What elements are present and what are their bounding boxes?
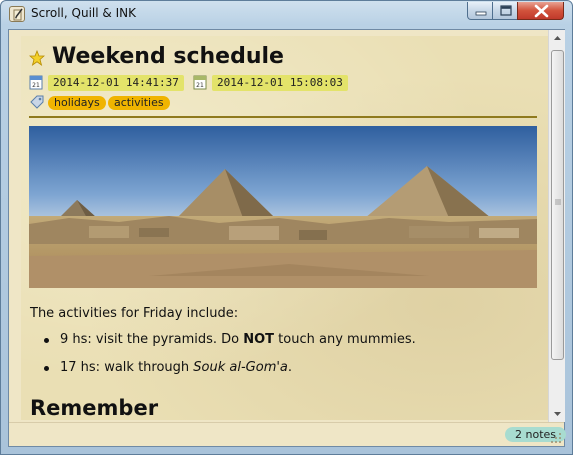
minimize-button[interactable] <box>467 2 493 20</box>
maximize-button[interactable] <box>492 2 518 20</box>
calendar-modified-icon: 21 <box>193 75 207 90</box>
section-heading: Remember <box>30 396 159 420</box>
window-title: Scroll, Quill & INK <box>31 6 136 20</box>
grip-icon <box>555 199 561 205</box>
scroll-down-icon[interactable] <box>549 405 566 422</box>
app-window: Scroll, Quill & INK Weekend schedule 21 … <box>0 0 573 455</box>
intro-paragraph: The activities for Friday include: <box>30 306 239 321</box>
note-header: Weekend schedule <box>21 44 541 72</box>
bullet-text: 17 hs: walk through <box>60 360 194 375</box>
modified-date: 2014-12-01 15:08:03 <box>212 75 348 91</box>
vertical-scrollbar[interactable] <box>548 30 565 422</box>
tag-row: holidays activities <box>21 94 541 112</box>
svg-text:21: 21 <box>32 82 40 89</box>
tag-activities[interactable]: activities <box>108 96 170 110</box>
status-bar: 2 notes <box>9 422 567 446</box>
scroll-quill-icon[interactable] <box>9 6 25 22</box>
header-divider <box>29 116 537 118</box>
bullet-text: 9 hs: visit the pyramids. Do <box>60 332 244 347</box>
bullet-text: touch any mummies. <box>274 332 416 347</box>
bullet-icon <box>44 338 49 343</box>
created-date: 2014-12-01 14:41:37 <box>48 75 184 91</box>
list-item: 9 hs: visit the pyramids. Do NOT touch a… <box>30 332 535 348</box>
calendar-created-icon: 21 <box>29 75 43 90</box>
pyramids-photo <box>29 126 537 288</box>
star-icon[interactable] <box>29 50 45 66</box>
note-paper: Weekend schedule 21 2014-12-01 14:41:37 … <box>21 36 550 420</box>
bullet-icon <box>44 366 49 371</box>
resize-grip-icon[interactable] <box>550 432 562 444</box>
svg-text:21: 21 <box>196 82 204 89</box>
scroll-thumb[interactable] <box>551 50 564 360</box>
tag-holidays[interactable]: holidays <box>48 96 106 110</box>
list-item: 17 hs: walk through Souk al-Gom'a. <box>30 360 535 376</box>
scroll-up-icon[interactable] <box>549 30 566 47</box>
note-view: Weekend schedule 21 2014-12-01 14:41:37 … <box>8 29 567 447</box>
date-row: 21 2014-12-01 14:41:37 21 2014-12-01 15:… <box>21 74 541 92</box>
bullet-text: . <box>287 360 293 375</box>
close-button[interactable] <box>517 2 564 20</box>
title-bar[interactable]: Scroll, Quill & INK <box>1 1 572 27</box>
note-title: Weekend schedule <box>52 44 284 69</box>
bullet-italic-text: Souk al-Gom'a <box>193 360 288 375</box>
bullet-bold-text: NOT <box>243 332 275 347</box>
tag-icon <box>30 95 44 109</box>
